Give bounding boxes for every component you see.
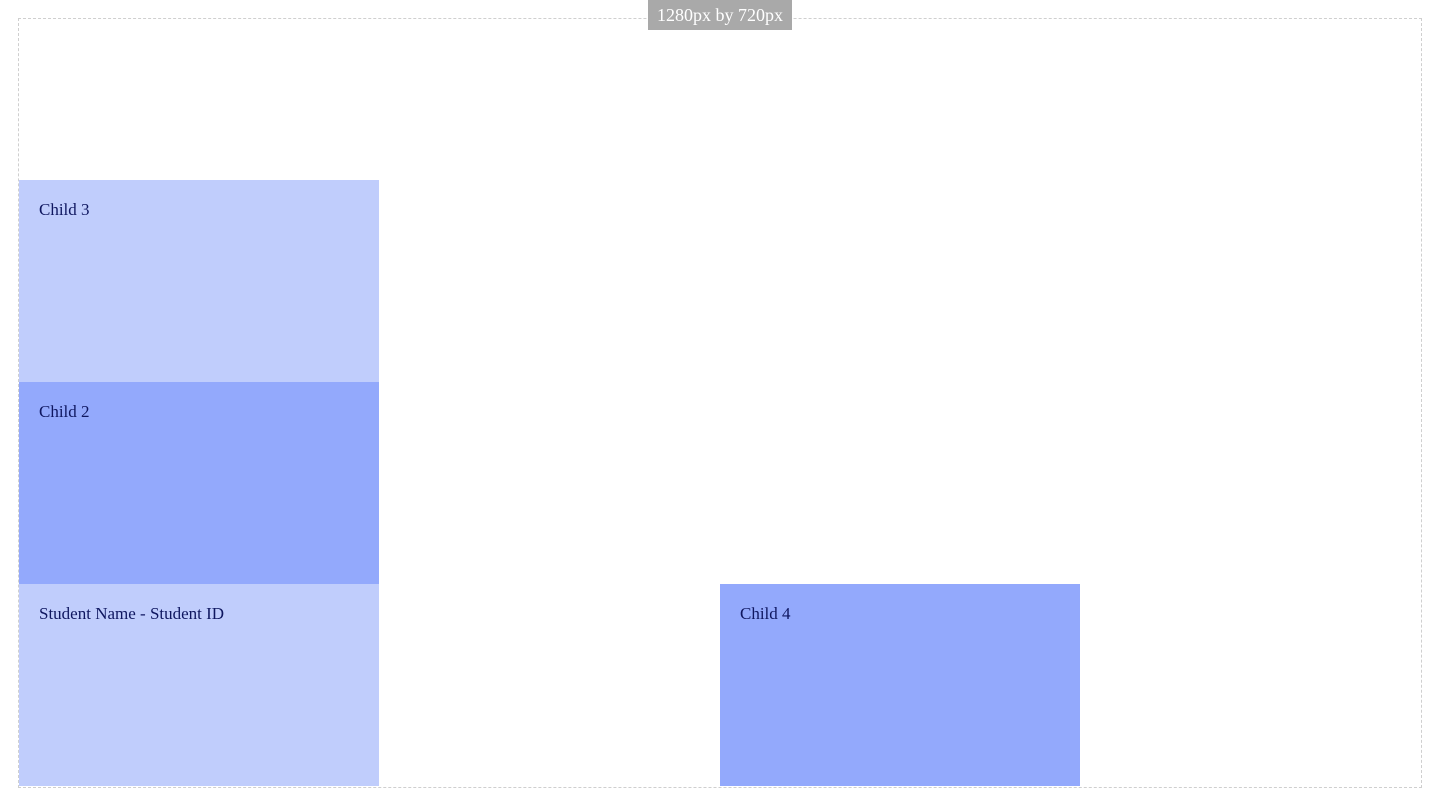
student-label: Student Name - Student ID — [39, 604, 225, 623]
student-box: Student Name - Student ID — [19, 584, 379, 786]
child-2-box: Child 2 — [19, 382, 379, 584]
viewport-size-label: 1280px by 720px — [648, 0, 792, 30]
child-4-box: Child 4 — [720, 584, 1080, 786]
child-3-label: Child 3 — [39, 200, 90, 219]
child-2-label: Child 2 — [39, 402, 90, 421]
child-4-label: Child 4 — [740, 604, 791, 623]
child-3-box: Child 3 — [19, 180, 379, 382]
